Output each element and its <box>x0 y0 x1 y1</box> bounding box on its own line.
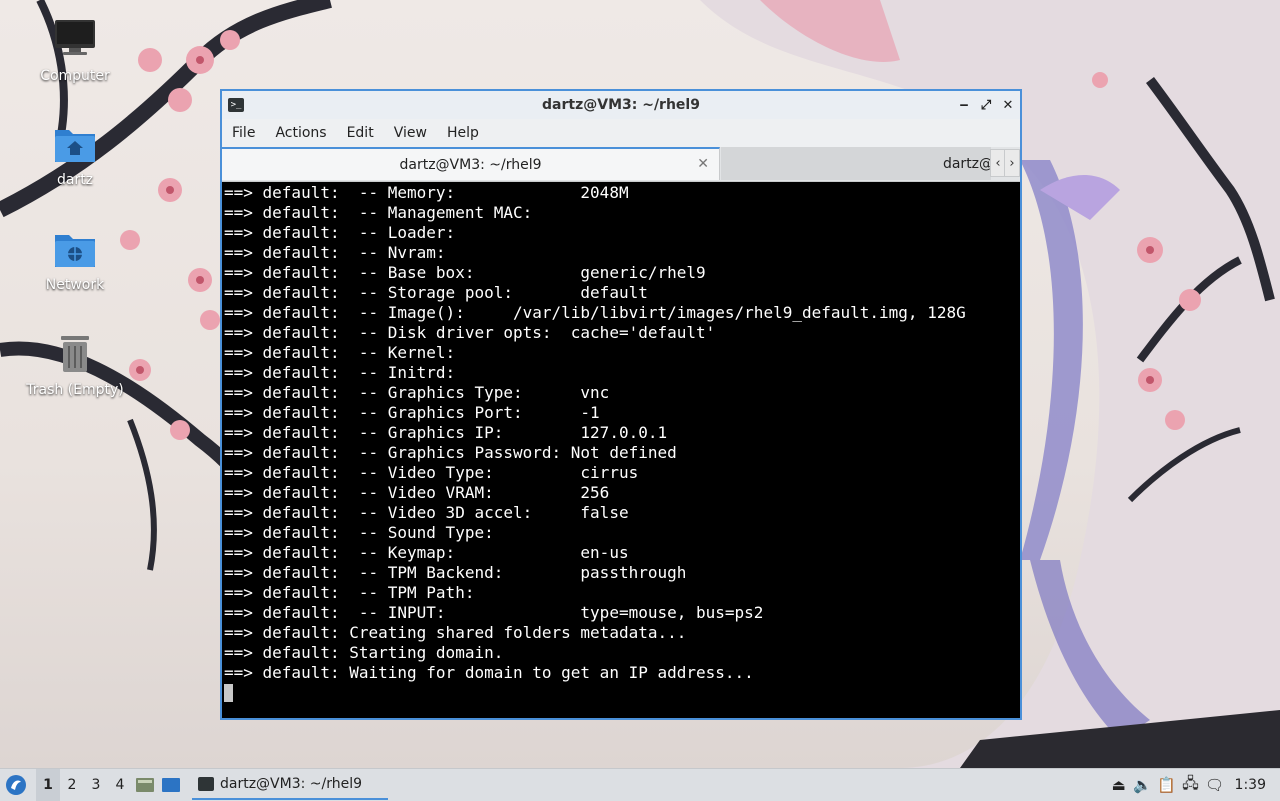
terminal-line: ==> default: -- Management MAC: <box>224 203 533 222</box>
tab-active[interactable]: dartz@VM3: ~/rhel9 ✕ <box>222 147 720 180</box>
menubar: File Actions Edit View Help <box>222 119 1020 147</box>
terminal-line: ==> default: -- Initrd: <box>224 363 456 382</box>
desktop-icon-computer[interactable]: Computer <box>25 16 125 84</box>
terminal-line: ==> default: -- Video 3D accel: false <box>224 503 629 522</box>
tab-close-icon[interactable]: ✕ <box>697 156 709 172</box>
terminal-line: ==> default: -- Graphics Port: -1 <box>224 403 600 422</box>
desktop-icon-trash[interactable]: Trash (Empty) <box>25 330 125 398</box>
minimize-button[interactable]: ‒ <box>954 91 974 119</box>
menu-view[interactable]: View <box>384 119 437 147</box>
terminal-line: ==> default: -- Graphics IP: 127.0.0.1 <box>224 423 668 442</box>
terminal-line: ==> default: -- Disk driver opts: cache=… <box>224 323 716 342</box>
window-titlebar[interactable]: >_ dartz@VM3: ~/rhel9 ‒ ⤢ ✕ <box>222 91 1020 119</box>
clipboard-icon[interactable]: 📋 <box>1155 769 1179 801</box>
terminal-line: ==> default: -- Kernel: <box>224 343 456 362</box>
start-menu-button[interactable] <box>0 769 32 801</box>
home-folder-icon <box>51 120 99 168</box>
terminal-task-icon <box>198 777 214 791</box>
terminal-line: ==> default: -- Graphics Type: vnc <box>224 383 610 402</box>
menu-help[interactable]: Help <box>437 119 489 147</box>
terminal-line: ==> default: -- Base box: generic/rhel9 <box>224 263 706 282</box>
maximize-button[interactable]: ⤢ <box>976 91 996 119</box>
desktop-icon-label: Trash (Empty) <box>26 382 124 398</box>
desktop-icon-home[interactable]: dartz <box>25 120 125 188</box>
network-folder-icon <box>51 225 99 273</box>
desktop-icon-label: dartz <box>56 172 94 188</box>
terminal-app-icon: >_ <box>228 98 244 112</box>
terminal-line: ==> default: Waiting for domain to get a… <box>224 663 754 682</box>
eject-icon[interactable]: ⏏ <box>1107 769 1131 801</box>
tab-bar: dartz@VM3: ~/rhel9 ✕ dartz@VM3: ~/rhel9 … <box>222 147 1020 182</box>
show-desktop-icon <box>162 778 180 792</box>
notification-icon[interactable]: 🗨 <box>1203 769 1227 801</box>
terminal-line: ==> default: -- Video Type: cirrus <box>224 463 639 482</box>
terminal-line: ==> default: -- TPM Path: <box>224 583 475 602</box>
desktop-icon-network[interactable]: Network <box>25 225 125 293</box>
terminal-line: ==> default: -- Loader: <box>224 223 456 242</box>
start-menu-icon <box>6 775 26 795</box>
taskbar: 1 2 3 4 dartz@VM3: ~/rhel9 ⏏ 🔈 📋 🖧 🗨 1:3… <box>0 768 1280 801</box>
window-title: dartz@VM3: ~/rhel9 <box>542 97 700 113</box>
system-tray: ⏏ 🔈 📋 🖧 🗨 1:39 <box>1107 769 1280 801</box>
task-label: dartz@VM3: ~/rhel9 <box>220 776 363 792</box>
terminal-line: ==> default: -- Storage pool: default <box>224 283 648 302</box>
menu-file[interactable]: File <box>222 119 265 147</box>
tab-label: dartz@VM3: ~/rhel9 <box>942 155 991 172</box>
tab-label: dartz@VM3: ~/rhel9 <box>399 156 542 173</box>
terminal-line: ==> default: -- Memory: 2048M <box>224 183 629 202</box>
computer-icon <box>51 16 99 64</box>
workspace-3[interactable]: 3 <box>84 769 108 801</box>
terminal-line: ==> default: -- Video VRAM: 256 <box>224 483 610 502</box>
terminal-line: ==> default: -- Sound Type: <box>224 523 494 542</box>
desktop-icon-label: Computer <box>40 68 110 84</box>
tab-inactive[interactable]: dartz@VM3: ~/rhel9 <box>721 147 991 180</box>
file-manager-icon <box>136 778 154 792</box>
taskbar-task-terminal[interactable]: dartz@VM3: ~/rhel9 <box>192 770 388 800</box>
terminal-cursor <box>224 684 233 702</box>
clock[interactable]: 1:39 <box>1227 777 1280 793</box>
terminal-line: ==> default: Creating shared folders met… <box>224 623 687 642</box>
workspace-4[interactable]: 4 <box>108 769 132 801</box>
trash-icon <box>51 330 99 378</box>
network-icon[interactable]: 🖧 <box>1179 769 1203 801</box>
workspace-1[interactable]: 1 <box>36 769 60 801</box>
show-desktop-button[interactable] <box>158 769 184 801</box>
terminal-line: ==> default: -- Graphics Password: Not d… <box>224 443 677 462</box>
desktop-icon-label: Network <box>45 277 105 293</box>
menu-edit[interactable]: Edit <box>337 119 384 147</box>
volume-icon[interactable]: 🔈 <box>1131 769 1155 801</box>
terminal-line: ==> default: -- Keymap: en-us <box>224 543 629 562</box>
file-manager-launcher[interactable] <box>132 769 158 801</box>
tab-scroll-right-icon[interactable]: › <box>1004 149 1020 177</box>
menu-actions[interactable]: Actions <box>265 119 336 147</box>
workspace-2[interactable]: 2 <box>60 769 84 801</box>
terminal-window: >_ dartz@VM3: ~/rhel9 ‒ ⤢ ✕ File Actions… <box>220 89 1022 720</box>
terminal-line: ==> default: -- Image(): /var/lib/libvir… <box>224 303 966 322</box>
close-button[interactable]: ✕ <box>998 91 1018 119</box>
terminal-line: ==> default: -- Nvram: <box>224 243 446 262</box>
terminal-output[interactable]: ==> default: -- Memory: 2048M ==> defaul… <box>222 183 1020 718</box>
terminal-line: ==> default: Starting domain. <box>224 643 504 662</box>
terminal-line: ==> default: -- INPUT: type=mouse, bus=p… <box>224 603 764 622</box>
terminal-line: ==> default: -- TPM Backend: passthrough <box>224 563 687 582</box>
